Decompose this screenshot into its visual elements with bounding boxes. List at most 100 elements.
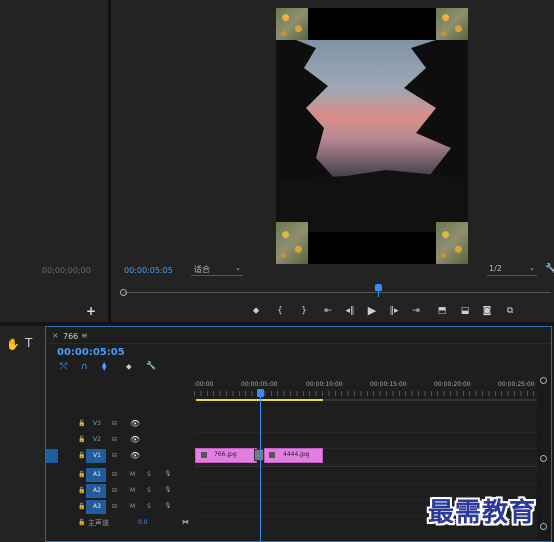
tab-underline	[46, 343, 551, 344]
program-playhead[interactable]	[375, 284, 382, 291]
scroll-handle-mid[interactable]	[540, 455, 547, 462]
scrub-start-marker	[120, 289, 127, 296]
source-timecode: 00;00;00;00	[42, 266, 91, 275]
source-monitor-panel: 00;00;00;00 +	[0, 0, 108, 322]
sync-lock-icon[interactable]: ⊟	[112, 436, 117, 443]
ruler-tick-label: 00:00:05:00	[241, 381, 278, 388]
clip-766[interactable]: 766.jpg	[195, 448, 257, 463]
transition-marker[interactable]	[254, 449, 264, 461]
sequence-tab[interactable]: 766	[63, 332, 78, 341]
go-to-out-icon[interactable]: ⇥	[409, 306, 423, 316]
lock-icon[interactable]: 🔓	[78, 487, 85, 494]
compare-view-icon[interactable]: ⧉	[503, 306, 517, 316]
chevron-down-icon: ⌄	[529, 264, 535, 272]
ruler-tick-label: 00:00:20:00	[434, 381, 471, 388]
sync-lock-icon[interactable]: ⊟	[112, 487, 117, 494]
program-playhead-line	[378, 291, 379, 297]
snap-icon[interactable]: ∩	[81, 362, 88, 372]
track-header-a1: 🔓 A1 ⊟ M S 🎙	[46, 467, 194, 483]
type-tool-icon[interactable]: T	[25, 336, 32, 350]
track-label-a2: A2	[93, 487, 101, 494]
lock-icon[interactable]: 🔓	[78, 452, 85, 459]
step-back-icon[interactable]: ◂‖	[343, 306, 357, 316]
nest-icon[interactable]: ⤲	[60, 362, 67, 372]
extract-icon[interactable]: ⬓	[458, 306, 472, 316]
export-frame-icon[interactable]: ◙	[480, 306, 494, 316]
source-patch-v1[interactable]	[46, 449, 58, 463]
add-marker-icon[interactable]: ⬥	[249, 306, 263, 316]
track-row-v3	[194, 416, 537, 433]
ruler-tick-label: 00:00:25:00	[498, 381, 535, 388]
lock-icon[interactable]: 🔓	[78, 420, 85, 427]
ruler-ticks	[194, 391, 537, 396]
sequence-timecode[interactable]: 00:00:05:05	[57, 347, 125, 358]
eye-icon[interactable]: 👁	[130, 435, 140, 444]
wrench-icon[interactable]: 🔧	[146, 361, 156, 370]
lock-icon[interactable]: 🔓	[78, 503, 85, 510]
microphone-icon[interactable]: 🎙	[164, 486, 172, 493]
track-label-a1: A1	[93, 471, 101, 478]
solo-button[interactable]: S	[147, 471, 151, 478]
track-label-a3: A3	[93, 503, 101, 510]
mark-in-icon[interactable]: {	[273, 306, 287, 316]
wrench-icon[interactable]: 🔧	[545, 264, 554, 274]
track-label-v3: V3	[93, 420, 101, 427]
step-forward-icon[interactable]: ‖▸	[387, 306, 401, 316]
track-header-master: 🔓 主声道 0.0 ⧓	[46, 515, 194, 531]
time-ruler[interactable]: :00:00 00:00:05:00 00:00:10:00 00:00:15:…	[194, 375, 537, 400]
video-frame	[276, 8, 468, 264]
linked-selection-icon[interactable]: ⧫	[102, 362, 106, 372]
ruler-tick-label: 00:00:10:00	[306, 381, 343, 388]
fit-dropdown[interactable]: 适合 ⌄	[191, 264, 243, 276]
track-header-a2: 🔓 A2 ⊟ M S 🎙	[46, 483, 194, 499]
close-icon[interactable]: ×	[52, 331, 59, 340]
master-track-label: 主声道	[88, 519, 109, 527]
sunflower-tile-bottom-right	[436, 222, 468, 264]
timeline-playhead[interactable]	[257, 389, 264, 397]
solo-button[interactable]: S	[147, 487, 151, 494]
sync-lock-icon[interactable]: ⊟	[112, 503, 117, 510]
fx-icon	[269, 452, 275, 458]
track-label-v1: V1	[93, 452, 101, 459]
microphone-icon[interactable]: 🎙	[164, 470, 172, 477]
resolution-value: 1/2	[489, 264, 502, 273]
eye-icon[interactable]: 👁	[130, 419, 140, 428]
hand-tool-icon[interactable]: ✋	[6, 338, 20, 351]
track-header-v1: 🔓 V1 ⊟ 👁	[46, 448, 194, 464]
fit-value: 适合	[194, 265, 210, 274]
mark-out-icon[interactable]: }	[297, 306, 311, 316]
clip-4444[interactable]: 4444.jpg	[264, 448, 323, 463]
eye-icon[interactable]: 👁	[130, 451, 140, 460]
track-header-v3: 🔓 V3 ⊟ 👁	[46, 416, 194, 432]
lock-icon[interactable]: 🔓	[78, 436, 85, 443]
lock-icon[interactable]: 🔓	[78, 519, 85, 526]
sync-lock-icon[interactable]: ⊟	[112, 420, 117, 427]
program-timecode[interactable]: 00:00:05:05	[124, 266, 173, 275]
scroll-handle-top[interactable]	[540, 377, 547, 384]
master-volume-value[interactable]: 0.0	[138, 519, 148, 526]
sunflower-tile-bottom-left	[276, 222, 308, 264]
mute-button[interactable]: M	[130, 487, 135, 494]
lock-icon[interactable]: 🔓	[78, 471, 85, 478]
timeline-vertical-scrollbar[interactable]	[537, 375, 551, 541]
scroll-handle-audio[interactable]	[540, 523, 547, 530]
add-marker-icon[interactable]: ⬥	[126, 362, 132, 372]
sync-lock-icon[interactable]: ⊟	[112, 452, 117, 459]
resolution-dropdown[interactable]: 1/2 ⌄	[487, 264, 537, 276]
tools-panel: ✋ T	[0, 326, 44, 542]
mute-button[interactable]: M	[130, 471, 135, 478]
add-button[interactable]: +	[86, 304, 96, 318]
timeline-playhead-line	[260, 397, 261, 541]
go-to-end-icon[interactable]: ⧓	[182, 518, 189, 526]
sync-lock-icon[interactable]: ⊟	[112, 471, 117, 478]
play-icon[interactable]: ▶	[365, 304, 379, 317]
program-scrub-bar[interactable]	[123, 292, 551, 293]
clip-label: 766.jpg	[214, 451, 237, 458]
lift-icon[interactable]: ⬒	[435, 306, 449, 316]
solo-button[interactable]: S	[147, 503, 151, 510]
microphone-icon[interactable]: 🎙	[164, 502, 172, 509]
track-row-v2	[194, 432, 537, 449]
mute-button[interactable]: M	[130, 503, 135, 510]
panel-menu-icon[interactable]: ≡	[81, 331, 88, 340]
go-to-in-icon[interactable]: ⇤	[321, 306, 335, 316]
